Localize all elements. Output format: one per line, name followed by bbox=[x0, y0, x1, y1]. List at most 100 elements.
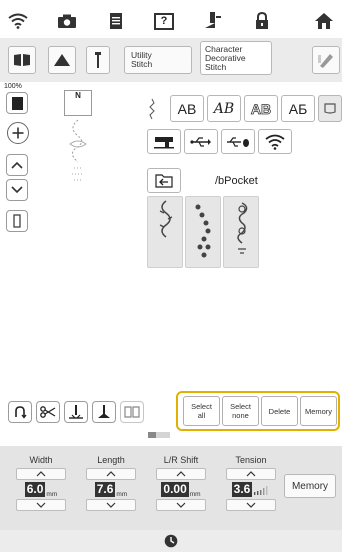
wireless-button[interactable] bbox=[258, 129, 292, 154]
triangle-icon bbox=[54, 54, 70, 66]
home-icon[interactable] bbox=[312, 10, 336, 32]
document-icon[interactable] bbox=[104, 10, 128, 32]
chevron-up-icon bbox=[176, 471, 186, 477]
machine-memory-button[interactable] bbox=[147, 129, 181, 154]
pattern-thumbnail[interactable] bbox=[185, 196, 221, 268]
usb-mouse-icon bbox=[227, 136, 249, 147]
scroll-down-button[interactable] bbox=[6, 179, 28, 201]
stitch-preview bbox=[69, 119, 87, 181]
clock-icon[interactable] bbox=[164, 534, 178, 548]
pattern-design-3 bbox=[237, 202, 248, 254]
select-all-label-1: Select bbox=[191, 402, 212, 411]
edit-pattern-button[interactable] bbox=[312, 46, 340, 74]
usb-mouse-button[interactable] bbox=[221, 129, 255, 154]
width-decrease-button[interactable] bbox=[16, 499, 66, 511]
usb-icon bbox=[190, 136, 211, 147]
color-button[interactable] bbox=[6, 92, 28, 114]
book-open-icon bbox=[124, 406, 140, 418]
character-decorative-stitch-tab[interactable]: Character Decorative Stitch bbox=[200, 41, 272, 75]
tension-indicator bbox=[148, 432, 170, 438]
tension-decrease-button[interactable] bbox=[226, 499, 276, 511]
tension-label: Tension bbox=[235, 455, 267, 465]
folder-back-icon bbox=[155, 173, 173, 188]
pattern-thumbnail[interactable] bbox=[223, 196, 259, 268]
pen-icon bbox=[318, 54, 333, 68]
select-all-button[interactable]: Select all bbox=[183, 396, 220, 426]
needle-position-button[interactable] bbox=[48, 46, 76, 74]
tension-control: Tension 3.6 bbox=[222, 455, 280, 527]
length-increase-button[interactable] bbox=[86, 468, 136, 480]
length-decrease-button[interactable] bbox=[86, 499, 136, 511]
font-tab-gothic[interactable]: AB bbox=[170, 95, 204, 122]
pattern-length-button[interactable] bbox=[6, 210, 28, 232]
delete-button[interactable]: Delete bbox=[261, 396, 298, 426]
status-bar bbox=[0, 530, 342, 552]
zoom-level: 100% bbox=[4, 83, 22, 90]
needle-icon bbox=[95, 52, 101, 68]
utility-stitch-tab[interactable]: Utility Stitch bbox=[124, 46, 192, 74]
presser-foot-icon[interactable] bbox=[201, 10, 225, 32]
pattern-design-2 bbox=[195, 204, 211, 258]
utility-label-2: Stitch bbox=[131, 59, 153, 69]
zoom-in-button[interactable] bbox=[7, 122, 29, 144]
pattern-thumbnail[interactable] bbox=[147, 196, 183, 268]
tab-icon bbox=[324, 102, 336, 114]
bar-icon bbox=[13, 214, 21, 228]
font-scroll-indicator bbox=[147, 95, 157, 122]
left-panel: 100% N bbox=[0, 82, 92, 382]
lr-shift-increase-button[interactable] bbox=[156, 468, 206, 480]
length-label: Length bbox=[97, 455, 125, 465]
pivot-button[interactable] bbox=[92, 401, 116, 423]
tension-value: 3.6 bbox=[231, 482, 253, 497]
chevron-down-icon bbox=[11, 186, 23, 194]
tape-button[interactable] bbox=[120, 401, 144, 423]
pattern-design-1 bbox=[159, 200, 173, 238]
select-none-label-1: Select bbox=[230, 402, 251, 411]
needle-stop-button[interactable] bbox=[64, 401, 88, 423]
chevron-up-icon bbox=[11, 161, 23, 169]
chevron-down-icon bbox=[36, 502, 46, 508]
lr-shift-decrease-button[interactable] bbox=[156, 499, 206, 511]
width-label: Width bbox=[29, 455, 53, 465]
help-icon[interactable]: ? bbox=[152, 10, 176, 32]
select-none-button[interactable]: Select none bbox=[222, 396, 259, 426]
memory-settings-button[interactable]: Memory bbox=[284, 474, 336, 498]
restart-button[interactable] bbox=[8, 401, 32, 423]
usb-button[interactable] bbox=[184, 129, 218, 154]
character-label-3: Stitch bbox=[205, 61, 227, 72]
font-tab-outline[interactable]: AB bbox=[244, 95, 278, 122]
back-folder-button[interactable] bbox=[147, 168, 181, 193]
font-tab-script[interactable]: AB bbox=[207, 95, 241, 122]
top-bar: ? bbox=[0, 0, 342, 38]
tension-increase-button[interactable] bbox=[226, 468, 276, 480]
squiggle-icon bbox=[149, 98, 155, 119]
thread-color-swatch bbox=[11, 96, 23, 110]
wifi-icon[interactable] bbox=[6, 10, 30, 32]
length-value: 7.6 bbox=[94, 482, 116, 497]
lr-shift-value: 0.00 bbox=[161, 482, 189, 497]
chevron-down-icon bbox=[246, 502, 256, 508]
thread-cut-button[interactable] bbox=[36, 401, 60, 423]
pattern-book-button[interactable] bbox=[8, 46, 36, 74]
presser-foot-preview: N bbox=[64, 90, 92, 116]
lr-shift-control: L/R Shift 0.00 mm bbox=[152, 455, 210, 527]
memory-button[interactable]: Memory bbox=[300, 396, 337, 426]
length-unit: mm bbox=[116, 491, 128, 498]
width-control: Width 6.0 mm bbox=[12, 455, 70, 527]
width-increase-button[interactable] bbox=[16, 468, 66, 480]
font-tab-cyrillic[interactable]: АБ bbox=[281, 95, 315, 122]
needle-button[interactable] bbox=[86, 46, 110, 74]
sewing-machine-icon bbox=[154, 136, 174, 148]
foot-label: N bbox=[75, 91, 81, 100]
scroll-up-button[interactable] bbox=[6, 154, 28, 176]
select-all-label-2: all bbox=[197, 411, 206, 420]
folder-path: /bPocket bbox=[215, 175, 258, 187]
font-tab-more[interactable] bbox=[318, 95, 342, 122]
chevron-up-icon bbox=[36, 471, 46, 477]
presser-foot-icon bbox=[98, 405, 110, 418]
camera-icon[interactable] bbox=[55, 10, 79, 32]
lock-icon[interactable] bbox=[250, 10, 274, 32]
chevron-down-icon bbox=[176, 502, 186, 508]
tension-level-icon bbox=[254, 485, 268, 495]
length-control: Length 7.6 mm bbox=[82, 455, 140, 527]
